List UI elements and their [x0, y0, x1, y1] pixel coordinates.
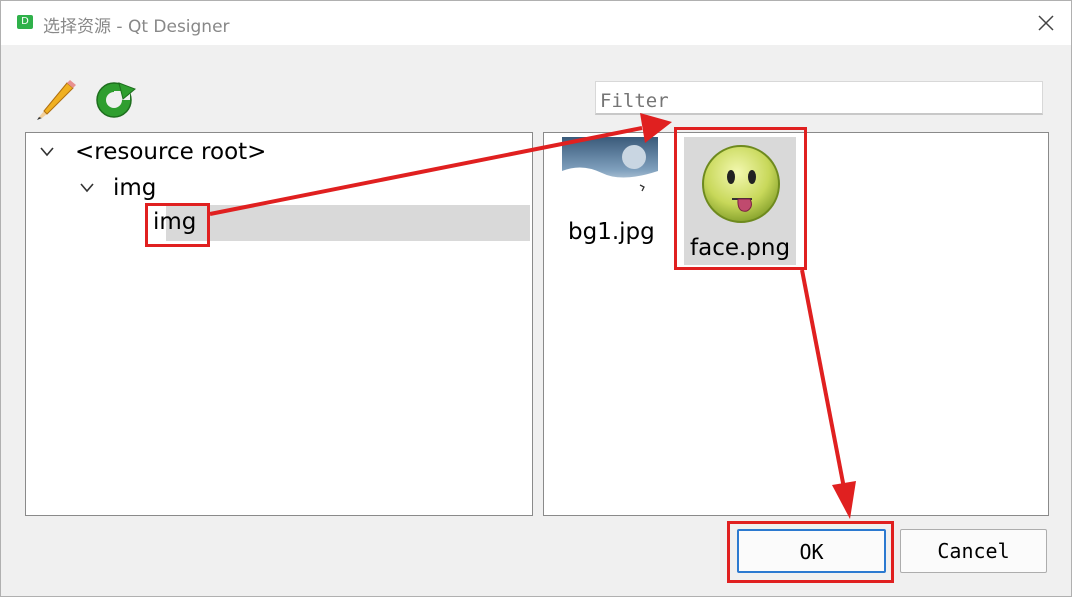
annotation-arrows — [209, 113, 856, 519]
